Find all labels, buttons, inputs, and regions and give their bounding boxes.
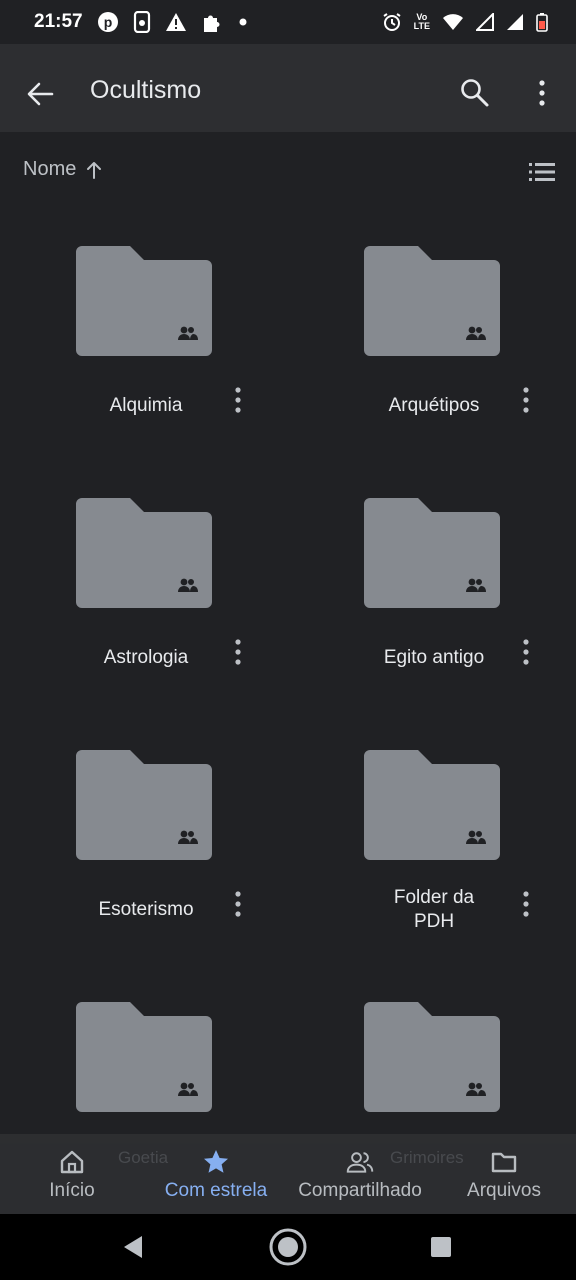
signal-icon — [476, 13, 494, 31]
clock: 21:57 — [34, 11, 83, 32]
shared-folder-icon — [76, 498, 212, 608]
shared-folder-icon — [76, 1002, 212, 1112]
volte-badge-bottom: LTE — [413, 21, 430, 31]
puzzle-icon — [203, 15, 220, 32]
shared-folder-icon — [364, 246, 500, 356]
system-navigation-bar — [0, 1214, 576, 1280]
alarm-icon — [383, 13, 401, 31]
battery-icon — [536, 13, 548, 32]
home-icon — [60, 1150, 84, 1174]
sort-label: Nome — [23, 158, 77, 180]
sort-row: Nome — [0, 132, 576, 208]
sort-button[interactable]: Nome — [23, 158, 102, 181]
nav-label: Com estrela — [164, 1180, 268, 1201]
more-options-icon[interactable] — [516, 890, 536, 918]
more-options-icon[interactable] — [516, 638, 536, 666]
nav-item-starred[interactable]: Com estrela — [152, 1134, 280, 1214]
system-home-icon[interactable] — [268, 1227, 308, 1267]
folder-name: Folder da PDH — [393, 887, 475, 932]
nav-label: Início — [49, 1180, 95, 1201]
more-options-icon[interactable] — [516, 386, 536, 414]
shared-folder-icon — [364, 498, 500, 608]
folder-item[interactable]: Esoterismo — [0, 712, 288, 964]
nav-label: Arquivos — [467, 1180, 541, 1201]
system-recents-icon[interactable] — [430, 1236, 452, 1258]
shared-folder-icon — [76, 750, 212, 860]
signal-icon-2 — [507, 14, 523, 30]
shared-people-icon — [346, 1152, 374, 1173]
folder-item[interactable]: Folder da PDH — [288, 712, 576, 964]
nav-item-files[interactable]: Arquivos — [452, 1134, 556, 1214]
arrow-up-icon — [87, 161, 102, 179]
status-right: Vo LTE — [382, 12, 548, 32]
phone-app-icon — [133, 11, 150, 33]
more-options-icon[interactable] — [228, 386, 248, 414]
folder-name: Astrologia — [103, 647, 189, 668]
volte-badge: Vo LTE — [414, 13, 430, 31]
folder-item[interactable]: Arquétipos — [288, 208, 576, 460]
folder-item[interactable]: Alquimia — [0, 208, 288, 460]
nav-item-shared[interactable]: Compartilhado — [288, 1134, 432, 1214]
star-icon — [204, 1150, 228, 1173]
warning-icon — [165, 13, 186, 31]
shared-folder-icon — [364, 1002, 500, 1112]
wifi-icon — [443, 14, 463, 30]
folder-name: Esoterismo — [98, 899, 194, 920]
folder-item[interactable]: Egito antigo — [288, 460, 576, 712]
pinterest-icon: p — [97, 12, 118, 32]
svg-text:p: p — [103, 14, 112, 30]
page-title: Ocultismo — [90, 76, 202, 104]
folder-item[interactable]: Astrologia — [0, 460, 288, 712]
shared-folder-icon — [76, 246, 212, 356]
folder-name: Egito antigo — [383, 647, 485, 668]
system-back-icon[interactable] — [120, 1234, 146, 1260]
nav-label: Compartilhado — [298, 1180, 422, 1201]
nav-item-home[interactable]: Início — [22, 1134, 122, 1214]
folder-name: Alquimia — [109, 395, 183, 416]
back-arrow-icon[interactable] — [24, 78, 56, 110]
more-options-icon[interactable] — [228, 890, 248, 918]
status-bar: 21:57 p Vo LTE — [0, 0, 576, 44]
list-view-icon[interactable] — [528, 160, 556, 184]
more-options-icon[interactable] — [228, 638, 248, 666]
bottom-navigation: Goetia Grimoires Início Com estrela Comp… — [0, 1134, 576, 1214]
folder-icon — [491, 1152, 517, 1173]
app-bar: Ocultismo — [0, 44, 576, 132]
folder-name: Arquétipos — [388, 395, 480, 416]
dot-icon — [239, 18, 247, 26]
search-icon[interactable] — [458, 76, 492, 110]
status-left: 21:57 p — [34, 10, 247, 34]
more-options-icon[interactable] — [530, 76, 554, 110]
shared-folder-icon — [364, 750, 500, 860]
